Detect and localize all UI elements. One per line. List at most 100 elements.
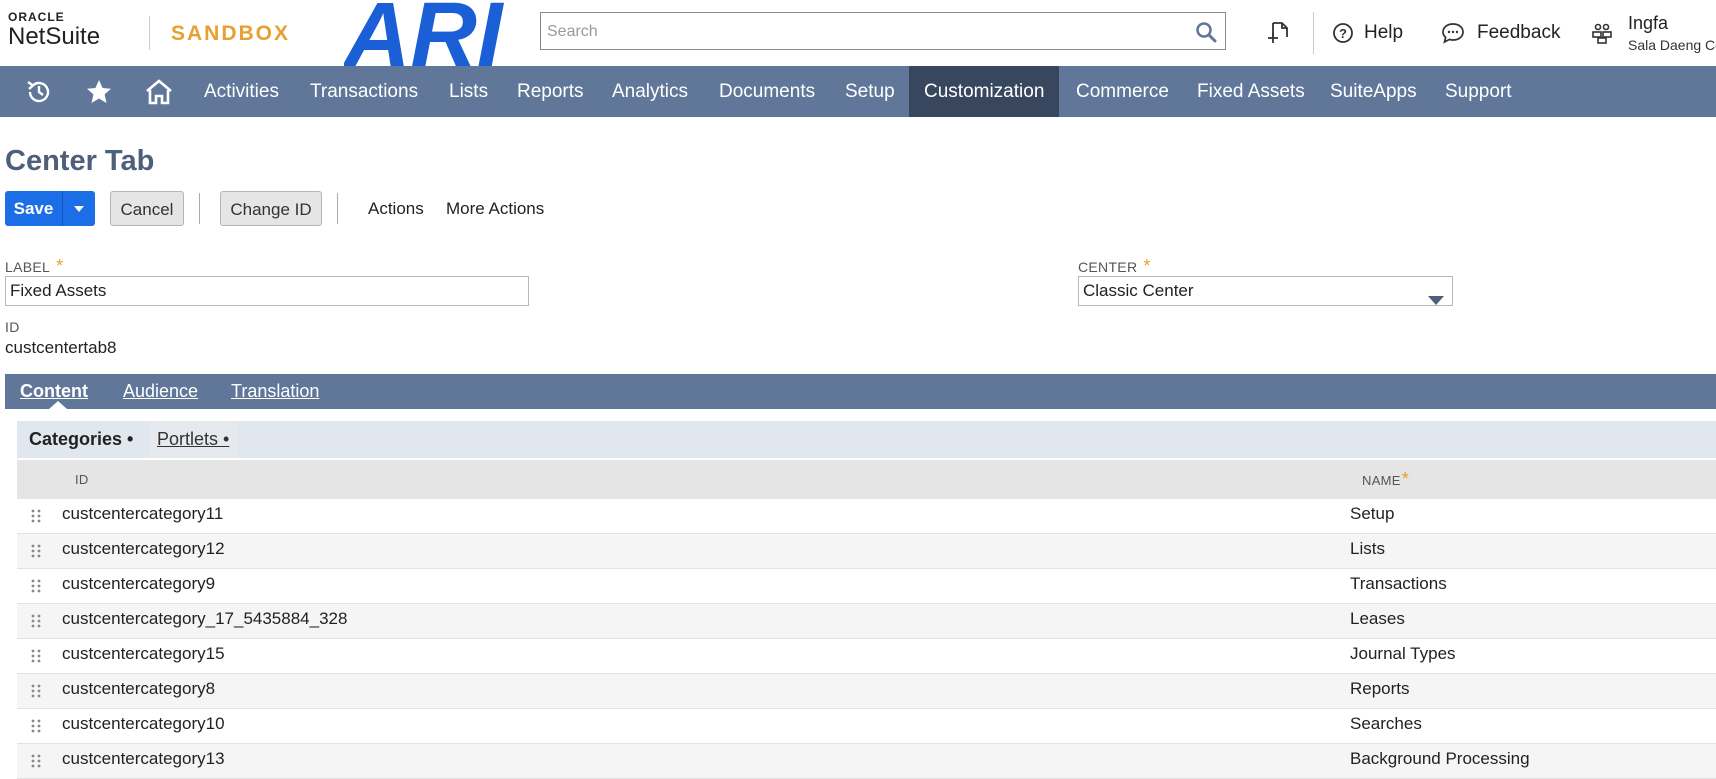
save-button-group: Save — [5, 191, 95, 226]
drag-handle-icon[interactable] — [31, 684, 41, 703]
home-icon[interactable] — [137, 66, 181, 117]
environment-label: SANDBOX — [171, 22, 291, 45]
help-icon: ? — [1332, 22, 1354, 44]
category-name-cell[interactable]: Reports — [1350, 674, 1410, 709]
center-select[interactable]: Classic Center — [1078, 276, 1453, 306]
center-field-caption: CENTER * — [1078, 256, 1151, 276]
nav-customization[interactable]: Customization — [909, 66, 1060, 117]
ari-brand-logo: ARI — [342, 0, 514, 86]
main-nav: Activities Transactions Lists Reports An… — [0, 66, 1716, 117]
change-id-button[interactable]: Change ID — [220, 191, 322, 226]
table-row[interactable]: custcentercategory11 Setup — [17, 499, 1716, 534]
nav-setup[interactable]: Setup — [845, 66, 895, 117]
search-input[interactable] — [545, 19, 1169, 45]
caret-down-icon — [73, 200, 85, 218]
help-link[interactable]: ? Help — [1332, 0, 1403, 66]
nav-documents[interactable]: Documents — [719, 66, 815, 117]
search-icon[interactable] — [1195, 21, 1217, 48]
category-name-cell[interactable]: Leases — [1350, 604, 1405, 639]
nav-lists[interactable]: Lists — [449, 66, 488, 117]
netsuite-wordmark: NetSuite — [8, 23, 101, 50]
recent-records-icon[interactable] — [1266, 0, 1292, 66]
category-id-cell[interactable]: custcentercategory_17_5435884_328 — [62, 604, 347, 639]
table-row[interactable]: custcentercategory10 Searches — [17, 709, 1716, 744]
svg-text:?: ? — [1339, 26, 1347, 41]
table-row[interactable]: custcentercategory8 Reports — [17, 674, 1716, 709]
nav-fixed-assets[interactable]: Fixed Assets — [1197, 66, 1305, 117]
more-actions-menu[interactable]: More Actions — [446, 191, 544, 226]
main-tab-bar: Content Audience Translation — [5, 374, 1716, 409]
active-tab-indicator — [49, 401, 67, 409]
button-divider — [337, 193, 338, 224]
category-name-cell[interactable]: Searches — [1350, 709, 1422, 744]
drag-handle-icon[interactable] — [31, 509, 41, 528]
category-id-cell[interactable]: custcentercategory13 — [62, 744, 225, 779]
dropdown-arrow-icon — [1428, 287, 1444, 315]
category-id-cell[interactable]: custcentercategory8 — [62, 674, 215, 709]
drag-handle-icon[interactable] — [31, 754, 41, 773]
label-field-caption: LABEL * — [5, 256, 64, 276]
drag-handle-icon[interactable] — [31, 614, 41, 633]
brand-mark-text: ARI — [344, 0, 505, 66]
tab-translation[interactable]: Translation — [231, 374, 319, 409]
drag-handle-icon[interactable] — [31, 544, 41, 563]
drag-handle-icon[interactable] — [31, 579, 41, 598]
nav-activities[interactable]: Activities — [204, 66, 279, 117]
favorites-star-icon[interactable] — [77, 66, 121, 117]
top-header: ORACLE NetSuite SANDBOX ARI ? Help Feedb… — [0, 0, 1716, 86]
category-name-cell[interactable]: Setup — [1350, 499, 1394, 534]
user-name[interactable]: Ingfa — [1628, 13, 1668, 34]
category-name-cell[interactable]: Transactions — [1350, 569, 1447, 604]
category-id-cell[interactable]: custcentercategory11 — [62, 499, 223, 534]
help-label: Help — [1364, 22, 1404, 43]
drag-handle-icon[interactable] — [31, 649, 41, 668]
table-row[interactable]: custcentercategory15 Journal Types — [17, 639, 1716, 674]
table-row[interactable]: custcentercategory9 Transactions — [17, 569, 1716, 604]
id-field-value: custcentertab8 — [5, 338, 117, 357]
column-header-name: NAME* — [1362, 469, 1410, 489]
nav-analytics[interactable]: Analytics — [612, 66, 688, 117]
nav-reports[interactable]: Reports — [517, 66, 584, 117]
header-divider — [1313, 12, 1314, 54]
required-mark: * — [1143, 256, 1151, 276]
required-mark: * — [1401, 469, 1410, 489]
category-id-cell[interactable]: custcentercategory12 — [62, 534, 225, 569]
nav-support[interactable]: Support — [1445, 66, 1512, 117]
label-field[interactable]: Fixed Assets — [5, 276, 529, 306]
table-row[interactable]: custcentercategory12 Lists — [17, 534, 1716, 569]
page-title: Center Tab — [5, 145, 155, 177]
tab-audience[interactable]: Audience — [123, 374, 198, 409]
table-row[interactable]: custcentercategory13 Background Processin… — [17, 744, 1716, 779]
category-id-cell[interactable]: custcentercategory15 — [62, 639, 225, 674]
table-row[interactable]: custcentercategory_17_5435884_328 Leases — [17, 604, 1716, 639]
save-dropdown-button[interactable] — [63, 191, 95, 226]
recent-history-icon[interactable] — [17, 66, 61, 117]
save-button[interactable]: Save — [5, 191, 62, 226]
button-divider — [199, 193, 200, 224]
nav-transactions[interactable]: Transactions — [310, 66, 418, 117]
category-name-cell[interactable]: Journal Types — [1350, 639, 1456, 674]
global-search[interactable] — [540, 12, 1226, 50]
column-header-id: ID — [75, 472, 89, 487]
cancel-button[interactable]: Cancel — [110, 191, 184, 226]
nav-suiteapps[interactable]: SuiteApps — [1330, 66, 1417, 117]
netsuite-logo[interactable]: ORACLE NetSuite — [8, 11, 100, 51]
logo-divider — [149, 16, 150, 50]
category-name-cell[interactable]: Lists — [1350, 534, 1385, 569]
drag-handle-icon[interactable] — [31, 719, 41, 738]
category-name-cell[interactable]: Background Processing — [1350, 744, 1530, 779]
role-switcher-icon[interactable] — [1590, 0, 1614, 66]
id-field-caption: ID — [5, 319, 20, 335]
feedback-link[interactable]: Feedback — [1441, 0, 1560, 66]
user-subsidiary: Sala Daeng Co — [1628, 37, 1716, 53]
category-id-cell[interactable]: custcentercategory10 — [62, 709, 225, 744]
actions-menu[interactable]: Actions — [368, 191, 424, 226]
nav-commerce[interactable]: Commerce — [1076, 66, 1169, 117]
sub-tab-bar: Categories • Portlets • — [17, 421, 1716, 458]
feedback-label: Feedback — [1477, 22, 1561, 43]
category-id-cell[interactable]: custcentercategory9 — [62, 569, 215, 604]
table-header: ID NAME* — [17, 460, 1716, 499]
subtab-portlets[interactable]: Portlets • — [149, 421, 238, 458]
subtab-categories[interactable]: Categories • — [29, 421, 133, 458]
oracle-wordmark: ORACLE — [8, 10, 65, 24]
